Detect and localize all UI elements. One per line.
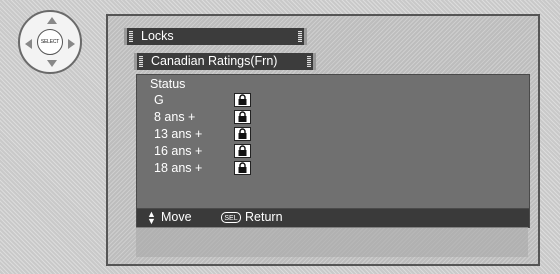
up-down-arrows-icon: ▲ ▼: [147, 209, 156, 226]
rating-row-8-ans[interactable]: 8 ans +: [137, 109, 267, 125]
rating-label: 18 ans +: [154, 161, 203, 175]
sel-key-icon: SEL: [221, 212, 241, 223]
rating-row-18-ans[interactable]: 18 ans +: [137, 160, 267, 176]
return-hint: Return: [245, 210, 283, 224]
lock-icon[interactable]: [234, 127, 251, 141]
arrow-right-icon[interactable]: [68, 39, 75, 49]
rating-row-16-ans[interactable]: 16 ans +: [137, 143, 267, 159]
arrow-down-icon[interactable]: [47, 60, 57, 67]
ratings-panel: Status G 8 ans + 13 ans + 16 ans + 18 an…: [136, 74, 530, 210]
menu-bottom-area: [136, 227, 528, 257]
lock-icon[interactable]: [234, 93, 251, 107]
lock-icon[interactable]: [234, 110, 251, 124]
lock-icon[interactable]: [234, 144, 251, 158]
help-footer: ▲ ▼ Move SEL Return: [136, 208, 530, 228]
lock-icon[interactable]: [234, 161, 251, 175]
tab-locks[interactable]: Locks: [124, 28, 307, 45]
rating-label: 8 ans +: [154, 110, 196, 124]
rating-label: 16 ans +: [154, 144, 203, 158]
tab-canadian-ratings-frn[interactable]: Canadian Ratings(Frn): [134, 53, 316, 70]
rating-label: 13 ans +: [154, 127, 203, 141]
tv-menu-screen: Locks Canadian Ratings(Frn) Status G 8 a…: [106, 14, 540, 266]
rating-row-13-ans[interactable]: 13 ans +: [137, 126, 267, 142]
rating-row-g[interactable]: G: [137, 92, 267, 108]
select-button[interactable]: SELECT: [37, 29, 63, 55]
arrow-left-icon[interactable]: [25, 39, 32, 49]
move-hint: Move: [161, 210, 192, 224]
status-label: Status: [150, 77, 186, 91]
remote-direction-pad[interactable]: SELECT: [18, 10, 82, 74]
rating-label: G: [154, 93, 164, 107]
arrow-up-icon[interactable]: [47, 17, 57, 24]
